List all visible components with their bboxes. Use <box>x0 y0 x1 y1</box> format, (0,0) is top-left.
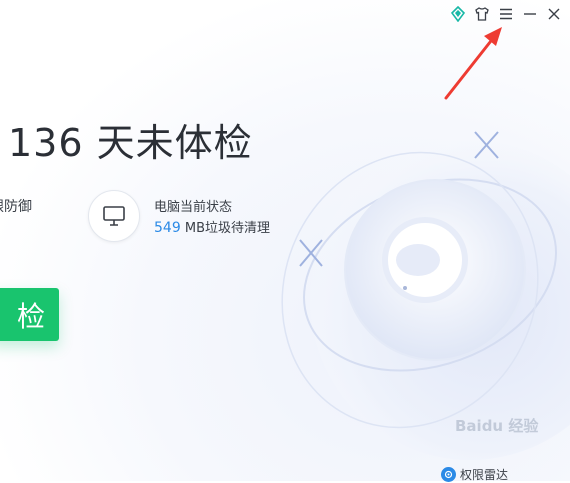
junk-size-value: 549 <box>154 220 181 236</box>
radar-icon <box>441 467 456 482</box>
menu-icon[interactable] <box>496 4 516 24</box>
page-title: 136 天未体检 <box>8 112 253 167</box>
protection-label: 跟防御 <box>0 199 32 215</box>
days-suffix: 天未体检 <box>96 121 253 165</box>
annotation-arrow <box>444 27 502 100</box>
window-controls <box>448 4 564 24</box>
days-count: 136 <box>8 121 84 165</box>
junk-size-text: MB垃圾待清理 <box>184 221 271 236</box>
permission-radar-label: 权限雷达 <box>460 468 509 482</box>
pc-status-junk: 549 MB垃圾待清理 <box>154 217 270 236</box>
pc-status-title: 电脑当前状态 <box>154 200 233 215</box>
watermark: Baidu 经验 <box>455 417 539 435</box>
monitor-icon <box>88 190 140 242</box>
checkup-button[interactable]: 检 <box>0 288 59 341</box>
shirt-icon[interactable] <box>472 4 492 24</box>
permission-radar-link[interactable]: 权限雷达 <box>441 466 508 483</box>
diamond-icon[interactable] <box>448 4 468 24</box>
close-icon[interactable] <box>544 4 564 24</box>
minimize-icon[interactable] <box>520 4 540 24</box>
